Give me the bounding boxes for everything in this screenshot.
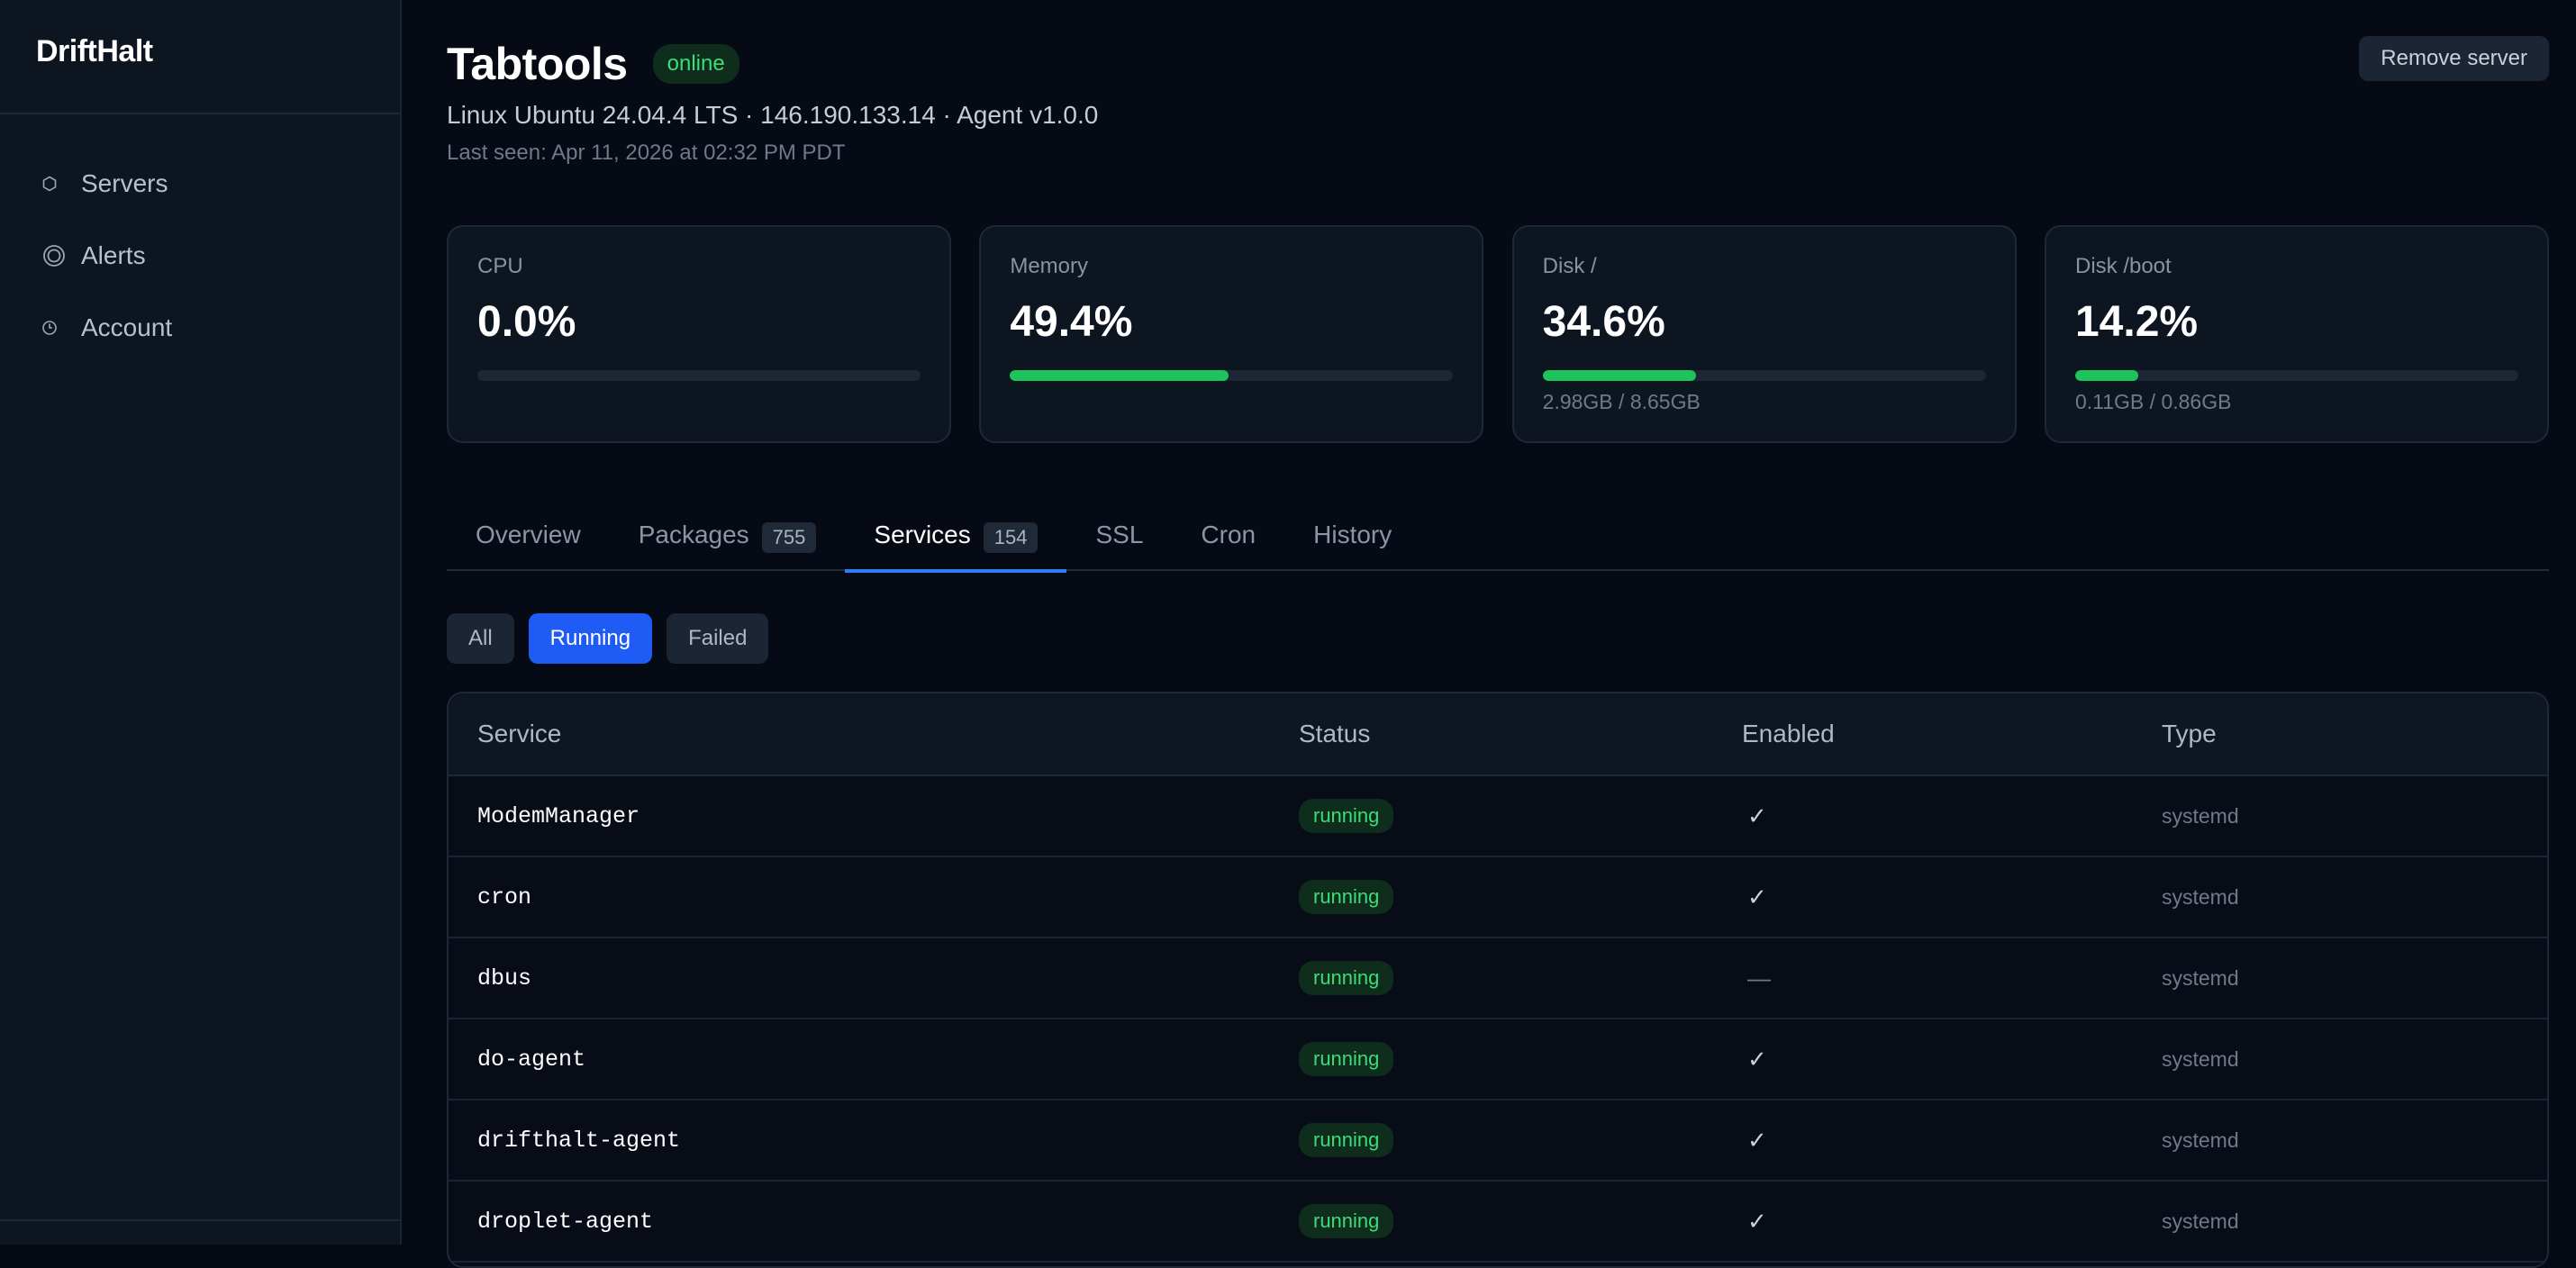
column-header-type[interactable]: Type	[2162, 720, 2547, 748]
metric-label: Disk /	[1542, 254, 1597, 278]
sidebar-item-servers[interactable]: Servers	[0, 158, 400, 210]
service-name: dbus	[477, 965, 532, 992]
enabled-check-icon: ✓	[1747, 802, 1767, 829]
server-info: Linux Ubuntu 24.04.4 LTS · 146.190.133.1…	[447, 101, 1099, 129]
tab-label: SSL	[1095, 521, 1144, 548]
brand-logo[interactable]: DriftHalt	[0, 0, 400, 114]
progress-fill	[1010, 370, 1229, 381]
sidebar-item-label: Alerts	[81, 241, 146, 269]
status-badge: running	[1299, 961, 1394, 995]
status-badge: running	[1299, 1204, 1394, 1238]
service-name: do-agent	[477, 1046, 586, 1073]
metric-label: Memory	[1010, 254, 1088, 278]
enabled-dash-icon: —	[1747, 964, 1771, 992]
table-row[interactable]: dbus running — systemd	[449, 938, 2547, 1019]
metric-label: CPU	[477, 254, 523, 278]
enabled-check-icon: ✓	[1747, 1126, 1767, 1154]
metric-card-disk-boot: Disk /boot 14.2% 0.11GB / 0.86GB	[2044, 225, 2549, 443]
tab-label: Packages	[638, 521, 749, 548]
status-badge: running	[1299, 799, 1394, 833]
filter-running-button[interactable]: Running	[528, 613, 653, 664]
metric-card-disk-root: Disk / 34.6% 2.98GB / 8.65GB	[1511, 225, 2017, 443]
clock-user-icon	[41, 320, 81, 336]
services-table: Service Status Enabled Type ModemManager…	[447, 692, 2549, 1268]
metric-label: Disk /boot	[2074, 254, 2172, 278]
table-row[interactable]: do-agent running ✓ systemd	[449, 1019, 2547, 1100]
tab-label: Cron	[1201, 521, 1256, 548]
tab-history[interactable]: History	[1284, 504, 1420, 571]
tab-cron[interactable]: Cron	[1172, 504, 1284, 571]
metric-value: 49.4%	[1010, 298, 1133, 346]
metric-card-cpu: CPU 0.0%	[447, 225, 951, 443]
column-header-status[interactable]: Status	[1299, 720, 1742, 748]
last-seen: Last seen: Apr 11, 2026 at 02:32 PM PDT	[447, 140, 846, 165]
tab-services[interactable]: Services 154	[845, 504, 1067, 573]
status-badge: running	[1299, 880, 1394, 914]
sidebar-item-label: Servers	[81, 169, 168, 197]
status-badge: online	[652, 44, 739, 84]
progress-bar	[1542, 370, 1986, 381]
metric-cards: CPU 0.0% Memory 49.4% Disk / 34.6% 2.98G…	[447, 225, 2549, 443]
tab-label: Services	[874, 521, 971, 548]
table-row[interactable]: droplet-agent running ✓ systemd	[449, 1182, 2547, 1263]
table-row[interactable]: drifthalt-agent running ✓ systemd	[449, 1100, 2547, 1182]
status-filters: All Running Failed	[447, 613, 783, 664]
server-header: Tabtools online	[447, 38, 739, 90]
tab-bar: Overview Packages 755 Services 154 SSL C…	[447, 504, 2549, 573]
enabled-check-icon: ✓	[1747, 1207, 1767, 1235]
page-title: Tabtools	[447, 39, 628, 89]
count-badge: 755	[761, 522, 817, 553]
hexagon-icon	[41, 176, 81, 192]
progress-bar	[1010, 370, 1454, 381]
tab-packages[interactable]: Packages 755	[610, 504, 846, 571]
sidebar-footer-divider	[0, 1219, 400, 1221]
sidebar-nav: Servers Alerts Account	[0, 114, 400, 354]
service-type: systemd	[2162, 1209, 2239, 1233]
enabled-check-icon: ✓	[1747, 883, 1767, 910]
sidebar: DriftHalt Servers Alerts Account	[0, 0, 402, 1245]
service-name: droplet-agent	[477, 1208, 654, 1235]
sidebar-item-label: Account	[81, 313, 173, 341]
count-badge: 154	[983, 522, 1039, 553]
service-name: cron	[477, 883, 532, 910]
status-badge: running	[1299, 1123, 1394, 1157]
progress-fill	[1542, 370, 1696, 381]
metric-value: 34.6%	[1542, 298, 1665, 346]
column-header-enabled[interactable]: Enabled	[1742, 720, 2162, 748]
service-name: ModemManager	[477, 802, 640, 829]
table-header: Service Status Enabled Type	[449, 693, 2547, 776]
service-name: drifthalt-agent	[477, 1127, 681, 1154]
status-badge: running	[1299, 1042, 1394, 1076]
sidebar-item-account[interactable]: Account	[0, 302, 400, 354]
service-type: systemd	[2162, 1128, 2239, 1152]
tab-ssl[interactable]: SSL	[1066, 504, 1172, 571]
tab-overview[interactable]: Overview	[447, 504, 610, 571]
filter-failed-button[interactable]: Failed	[667, 613, 769, 664]
bell-ring-icon	[41, 243, 81, 268]
sidebar-item-alerts[interactable]: Alerts	[0, 230, 400, 282]
progress-fill	[2074, 370, 2138, 381]
service-type: systemd	[2162, 1046, 2239, 1071]
service-type: systemd	[2162, 965, 2239, 990]
metric-card-memory: Memory 49.4%	[979, 225, 1484, 443]
column-header-service[interactable]: Service	[449, 720, 1299, 748]
remove-server-button[interactable]: Remove server	[2359, 36, 2549, 81]
filter-all-button[interactable]: All	[447, 613, 514, 664]
metric-value: 0.0%	[477, 298, 576, 346]
table-row[interactable]: ModemManager running ✓ systemd	[449, 776, 2547, 857]
table-row[interactable]: cron running ✓ systemd	[449, 857, 2547, 938]
metric-detail: 2.98GB / 8.65GB	[1542, 390, 1701, 413]
service-type: systemd	[2162, 803, 2239, 828]
service-type: systemd	[2162, 884, 2239, 909]
progress-bar	[477, 370, 921, 381]
metric-detail: 0.11GB / 0.86GB	[2074, 390, 2232, 413]
metric-value: 14.2%	[2074, 298, 2199, 346]
tab-label: Overview	[476, 521, 581, 548]
tab-label: History	[1313, 521, 1392, 548]
progress-bar	[2074, 370, 2518, 381]
enabled-check-icon: ✓	[1747, 1045, 1767, 1073]
